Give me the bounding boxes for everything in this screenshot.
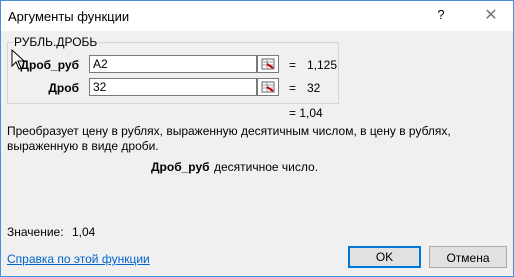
- arg-input-drob[interactable]: [89, 78, 257, 96]
- help-button[interactable]: ?: [431, 7, 451, 25]
- function-description: Преобразует цену в рублях, выраженную де…: [7, 124, 451, 153]
- result-value: 1,04: [72, 225, 96, 239]
- equals-sign: =: [289, 81, 297, 95]
- function-arguments-dialog: Аргументы функции ? ✕ РУБЛЬ.ДРОБЬ Дроб_р…: [0, 0, 514, 277]
- arg-result-drob: 32: [307, 81, 321, 95]
- dialog-title: Аргументы функции: [8, 9, 130, 24]
- collapse-dialog-icon[interactable]: [257, 78, 279, 96]
- cancel-button[interactable]: Отмена: [429, 246, 507, 268]
- help-link[interactable]: Справка по этой функции: [7, 252, 150, 266]
- result-label: Значение:: [7, 225, 64, 239]
- arg-label-drob: Дроб: [48, 81, 79, 95]
- arg-description-name: Дроб_руб: [151, 160, 210, 174]
- arg-input-drob-rub[interactable]: [89, 55, 257, 73]
- formula-result: = 1,04: [289, 106, 323, 120]
- close-button[interactable]: ✕: [479, 5, 503, 25]
- arg-result-drob-rub: 1,125: [307, 58, 338, 72]
- function-name: РУБЛЬ.ДРОБЬ: [13, 35, 99, 49]
- equals-sign: =: [289, 58, 297, 72]
- arg-description-text: десятичное число.: [214, 160, 319, 174]
- title-bar: Аргументы функции ? ✕: [1, 1, 513, 31]
- collapse-dialog-icon[interactable]: [257, 55, 279, 73]
- ok-button[interactable]: OK: [348, 246, 421, 268]
- mouse-pointer-icon: [11, 49, 26, 70]
